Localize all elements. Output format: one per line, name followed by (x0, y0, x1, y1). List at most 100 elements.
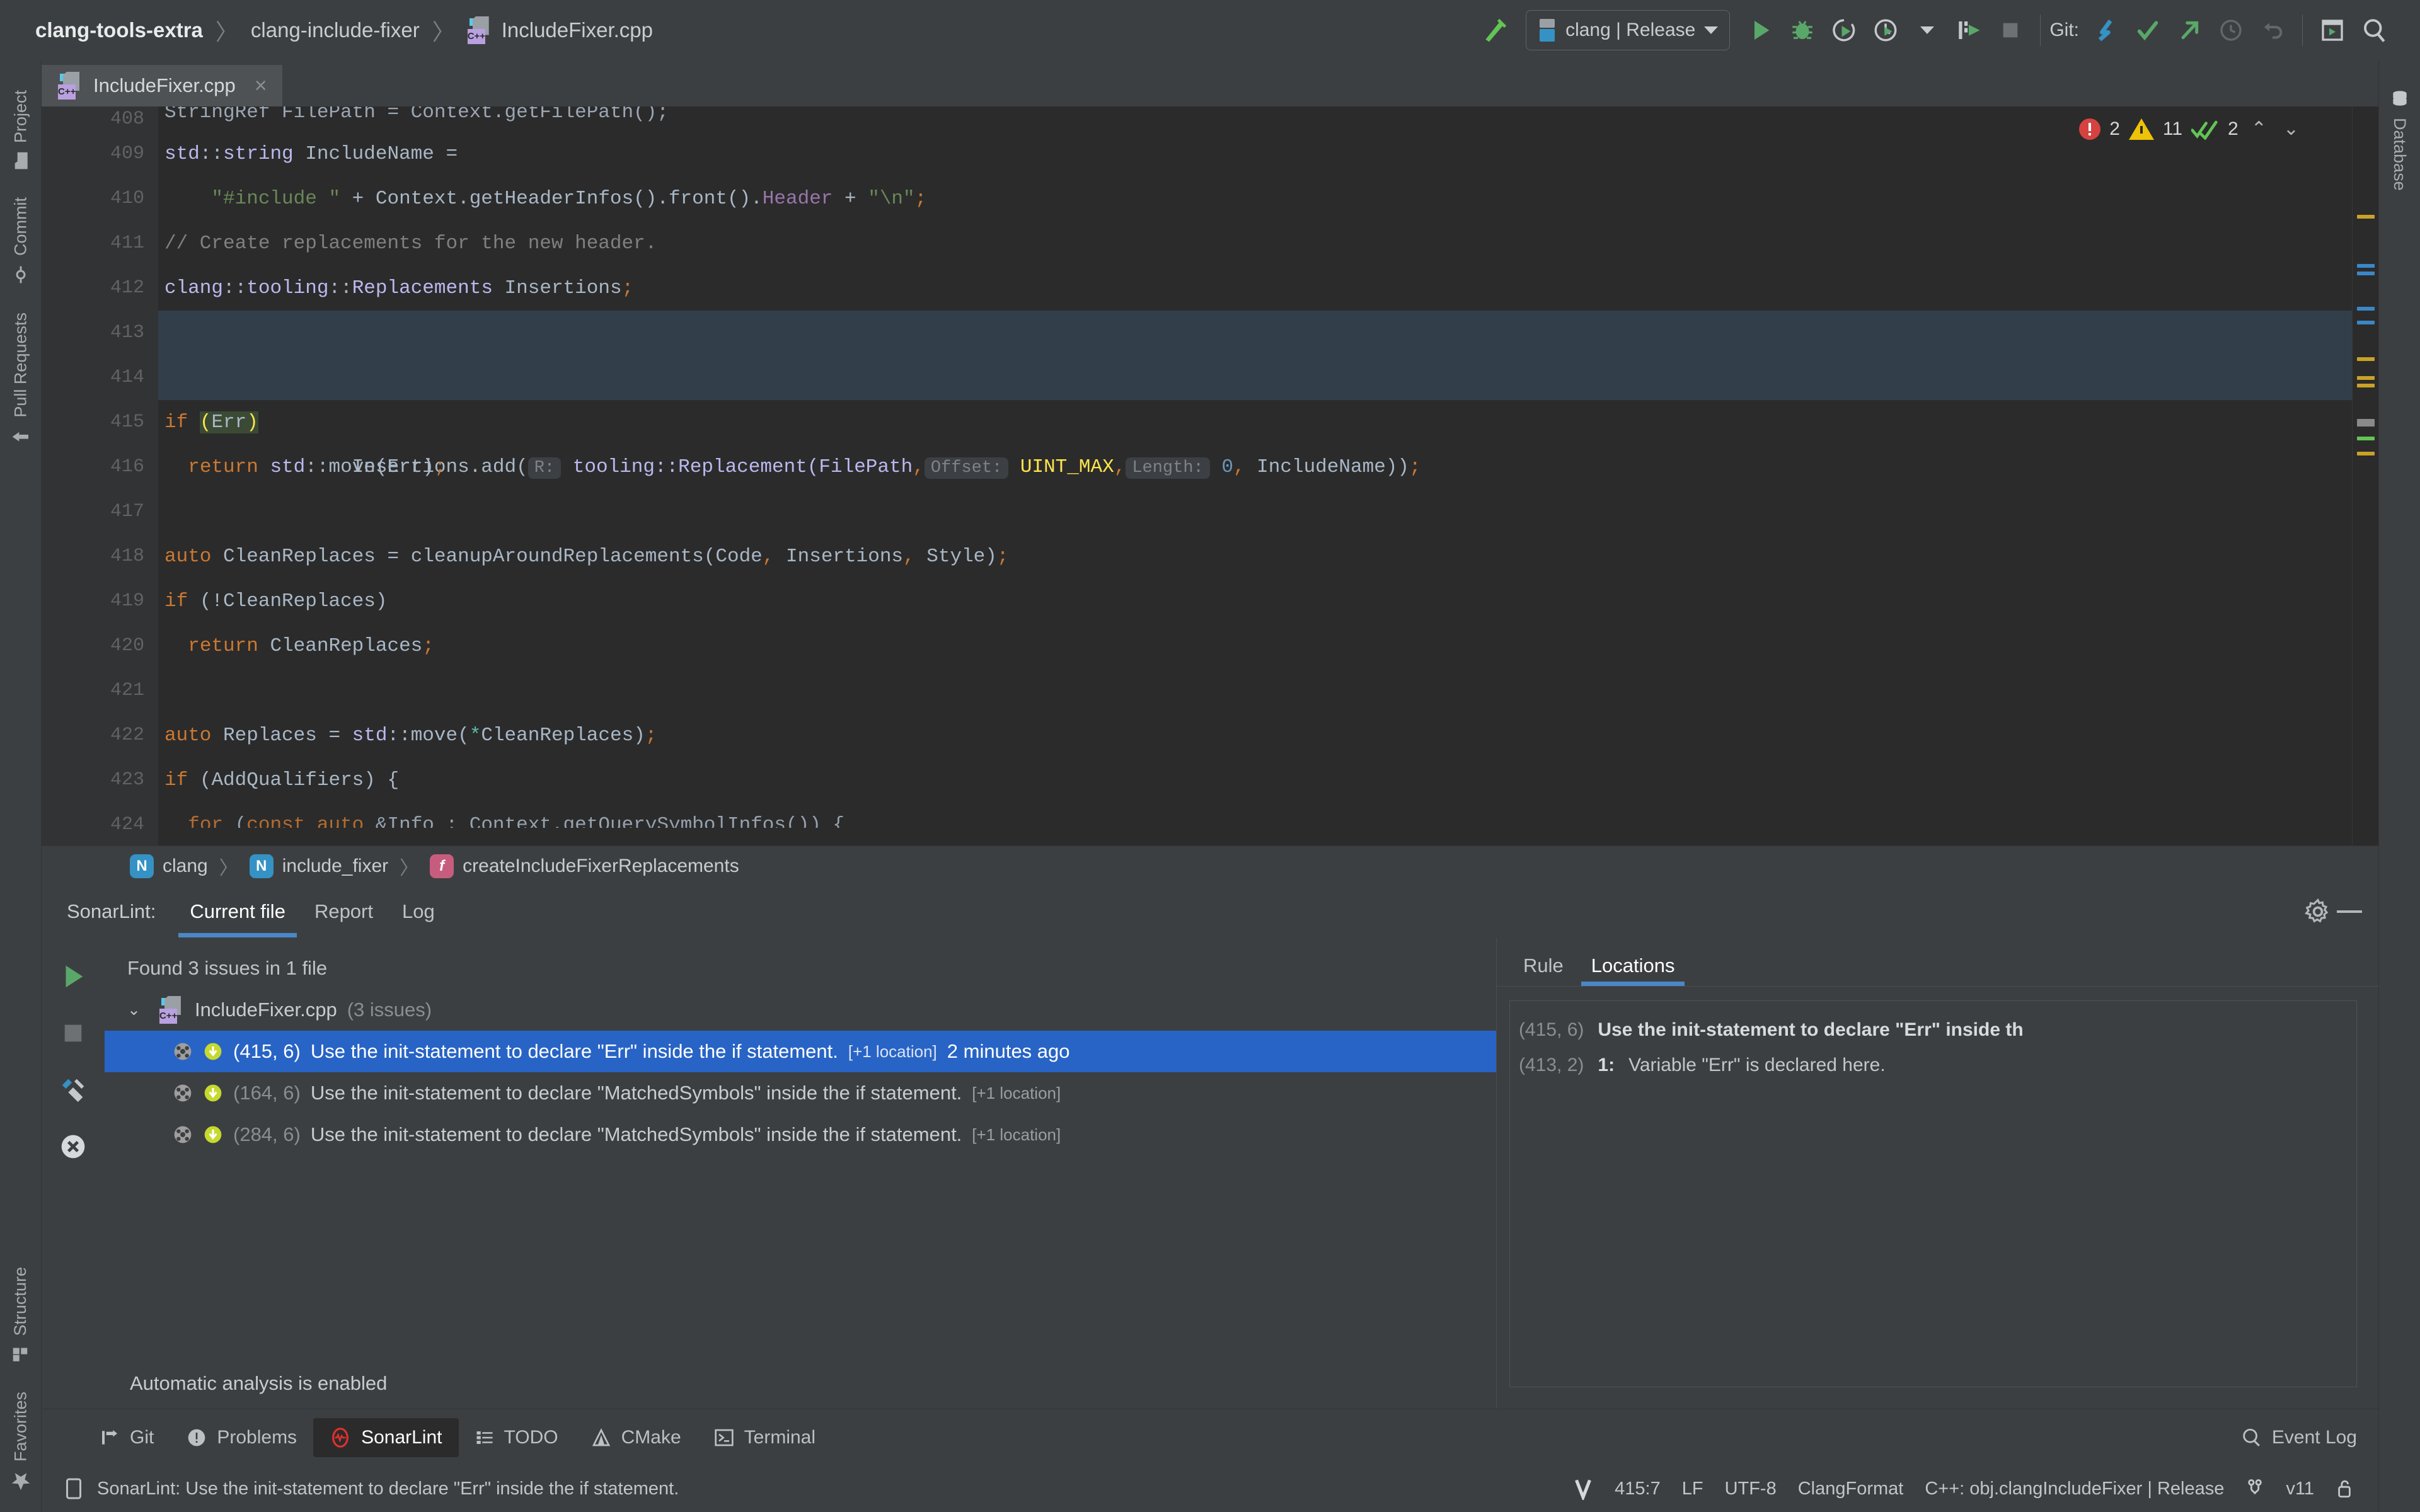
list-item[interactable]: (415, 6) Use the init-statement to decla… (105, 1031, 1496, 1072)
run-configuration-selector[interactable]: clang | Release (1526, 9, 1731, 50)
code-editor[interactable]: 408 409 410 411 412 413 414 415 416 417 … (42, 106, 2378, 845)
history-icon[interactable] (2210, 9, 2252, 51)
inspection-widget[interactable]: 2 11 2 ⌃ ⌄ (2079, 118, 2303, 140)
event-log-label: Event Log (2271, 1426, 2357, 1448)
run-icon[interactable] (1740, 9, 1782, 51)
error-stripe-marker-bar[interactable] (2352, 106, 2378, 845)
sidebar-item-pull-requests[interactable]: Pull Requests (11, 299, 31, 461)
code-breadcrumb-label: include_fixer (282, 855, 389, 876)
tab-rule[interactable]: Rule (1509, 954, 1577, 986)
bottom-tab-sonarlint[interactable]: SonarLint (313, 1418, 459, 1457)
stop-icon[interactable] (1990, 9, 2031, 51)
attach-to-process-icon[interactable] (1948, 9, 1990, 51)
status-branch[interactable]: v11 (2286, 1479, 2314, 1499)
status-formatter[interactable]: ClangFormat (1798, 1479, 1904, 1499)
run-with-coverage-icon[interactable] (1823, 9, 1865, 51)
status-line-separator[interactable]: LF (1682, 1479, 1703, 1499)
update-project-icon[interactable] (2085, 9, 2127, 51)
memory-indicator-icon[interactable] (64, 1477, 83, 1500)
gear-icon[interactable] (2304, 898, 2332, 925)
code-breadcrumb-namespace-clang[interactable]: N clang (130, 854, 208, 878)
editor-tab-label: IncludeFixer.cpp (93, 74, 236, 96)
code-line: for (const auto &Info : Context.getQuery… (188, 814, 845, 828)
stripe-marker[interactable] (2357, 376, 2375, 380)
status-left: SonarLint: Use the init-statement to dec… (60, 1477, 679, 1500)
sidebar-item-favorites[interactable]: Favorites (10, 1378, 32, 1506)
stripe-marker[interactable] (2357, 452, 2375, 455)
breadcrumb-project[interactable]: clang-tools-extra (35, 18, 203, 42)
editor-tab-includefixer-cpp[interactable]: C++ IncludeFixer.cpp × (42, 65, 282, 106)
close-icon[interactable]: × (255, 74, 267, 98)
bottom-tab-terminal[interactable]: Terminal (698, 1418, 832, 1457)
code-text-area[interactable]: StringRef FilePath = Context.getFilePath… (158, 106, 2352, 845)
issue-tree[interactable]: Found 3 issues in 1 file ⌄ C++ IncludeFi… (105, 937, 1496, 1358)
stripe-marker[interactable] (2357, 419, 2375, 427)
run-analysis-icon[interactable] (55, 959, 91, 994)
code-breadcrumb-bar: N clang 〉 N include_fixer 〉 f createIncl… (42, 845, 2378, 886)
unlocked-icon[interactable] (2336, 1478, 2353, 1499)
status-caret-position[interactable]: 415:7 (1615, 1479, 1661, 1499)
error-count-icon (2079, 118, 2101, 140)
tab-current-file[interactable]: Current file (178, 886, 297, 937)
stripe-marker[interactable] (2357, 357, 2375, 361)
chevron-down-icon[interactable]: ⌄ (127, 1000, 141, 1019)
breadcrumb-separator: 〉 (432, 18, 455, 45)
detail-tab-bar: Rule Locations (1497, 937, 2378, 987)
clear-icon[interactable] (55, 1129, 91, 1164)
code-breadcrumb-function[interactable]: f createIncludeFixerReplacements (430, 854, 739, 878)
left-tool-stripe: Project Commit Pull Requests Structure F… (0, 60, 42, 1512)
list-item[interactable]: (164, 6) Use the init-statement to decla… (105, 1072, 1496, 1114)
sidebar-item-commit[interactable]: Commit (11, 183, 31, 299)
location-row-secondary[interactable]: (413, 2) 1: Variable "Err" is declared h… (1519, 1048, 2356, 1083)
stripe-marker[interactable] (2357, 264, 2375, 268)
location-row-primary[interactable]: (415, 6) Use the init-statement to decla… (1519, 1012, 2356, 1048)
toolbar-actions: clang | Release Git: (1474, 9, 2407, 51)
event-log-button[interactable]: Event Log (2240, 1427, 2378, 1448)
list-item[interactable]: (284, 6) Use the init-statement to decla… (105, 1114, 1496, 1155)
bottom-tab-todo[interactable]: TODO (459, 1418, 575, 1457)
next-problem-icon[interactable]: ⌄ (2279, 118, 2303, 140)
stripe-marker[interactable] (2357, 272, 2375, 275)
code-line: return CleanReplaces; (188, 635, 434, 657)
stripe-marker[interactable] (2357, 307, 2375, 311)
line-number: 414 (110, 367, 144, 388)
line-number: 419 (110, 590, 144, 612)
rollback-icon[interactable] (2252, 9, 2293, 51)
configure-icon[interactable] (55, 1072, 91, 1108)
status-build-target[interactable]: C++: obj.clangIncludeFixer | Release (1925, 1479, 2224, 1499)
sidebar-item-structure[interactable]: Structure (11, 1253, 30, 1378)
commit-icon[interactable] (2127, 9, 2169, 51)
stripe-marker[interactable] (2357, 215, 2375, 219)
stripe-marker[interactable] (2357, 321, 2375, 324)
git-branch-icon[interactable] (2245, 1478, 2264, 1499)
profile-icon[interactable] (1865, 9, 1906, 51)
sidebar-item-database[interactable]: Database (2390, 75, 2410, 205)
stripe-marker[interactable] (2357, 437, 2375, 440)
open-preview-icon[interactable] (2312, 9, 2353, 51)
issue-file-node[interactable]: ⌄ C++ IncludeFixer.cpp (3 issues) (105, 989, 1496, 1031)
bottom-tab-git[interactable]: Git (83, 1418, 170, 1457)
breadcrumb-file[interactable]: C++ IncludeFixer.cpp (467, 16, 653, 44)
search-everywhere-icon[interactable] (2353, 9, 2395, 51)
debug-icon[interactable] (1782, 9, 1823, 51)
status-encoding[interactable]: UTF-8 (1725, 1479, 1777, 1499)
ideavim-icon[interactable] (1573, 1477, 1593, 1500)
sidebar-item-project[interactable]: Project (11, 76, 31, 183)
build-hammer-icon[interactable] (1474, 9, 1516, 51)
function-icon: f (430, 854, 454, 878)
more-run-options-icon[interactable] (1906, 9, 1948, 51)
stop-icon[interactable] (55, 1016, 91, 1051)
bottom-tab-cmake[interactable]: CMake (575, 1418, 698, 1457)
tab-locations[interactable]: Locations (1577, 954, 1689, 986)
push-icon[interactable] (2169, 9, 2210, 51)
bottom-tab-problems[interactable]: Problems (170, 1418, 313, 1457)
code-breadcrumb-namespace-include-fixer[interactable]: N include_fixer (249, 854, 389, 878)
tab-log[interactable]: Log (391, 886, 446, 937)
prev-problem-icon[interactable]: ⌃ (2247, 118, 2271, 140)
tab-report[interactable]: Report (303, 886, 384, 937)
minimize-icon[interactable] (2337, 910, 2362, 913)
sidebar-item-label: Database (2390, 118, 2409, 191)
stripe-marker[interactable] (2357, 384, 2375, 387)
breadcrumb-folder[interactable]: clang-include-fixer (251, 18, 420, 42)
locations-list[interactable]: (415, 6) Use the init-statement to decla… (1509, 1000, 2357, 1387)
